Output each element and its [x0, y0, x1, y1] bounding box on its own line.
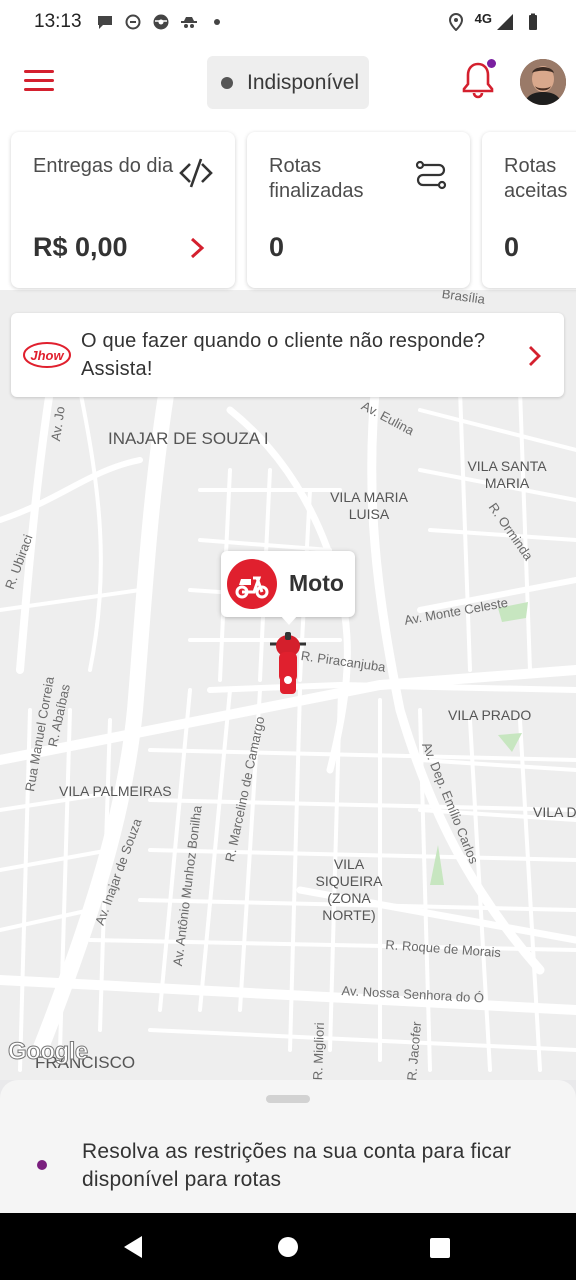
svg-text:Jhow: Jhow [30, 348, 64, 363]
area-label: INAJAR DE SOUZA I [108, 429, 269, 448]
chevron-right-icon[interactable] [528, 345, 542, 367]
tip-video-card[interactable]: Jhow O que fazer quando o cliente não re… [11, 313, 564, 397]
area-label: VILA SANTA MARIA [467, 458, 547, 491]
back-icon[interactable] [122, 1235, 144, 1259]
bubble-pointer [280, 615, 298, 625]
vehicle-type-label: Moto [289, 570, 344, 596]
area-label: VILA PRADO [448, 707, 532, 723]
area-label: VILA D [533, 804, 576, 820]
chat-bubble-icon [97, 16, 112, 29]
availability-label: Indisponível [247, 70, 360, 94]
avatar-photo [520, 59, 566, 105]
availability-dot [221, 76, 233, 89]
card-title: Rotas aceitas [504, 155, 568, 202]
restrictions-message: Resolva as restrições na sua conta para … [82, 1140, 512, 1191]
dot-icon [213, 19, 220, 25]
card-value: 0 [504, 232, 520, 262]
scooter-icon [235, 576, 269, 599]
park-area [430, 845, 444, 885]
battery-icon [529, 13, 537, 30]
menu-line [24, 70, 54, 73]
availability-toggle[interactable]: Indisponível [207, 56, 369, 109]
finished-routes-card[interactable]: Rotas finalizadas 0 [247, 132, 470, 288]
network-type: 4G [474, 10, 492, 26]
card-title: Rotas finalizadas [269, 155, 364, 202]
signal-icon [497, 14, 513, 30]
card-value: R$ 0,00 [33, 232, 128, 262]
street-label: R. Migliori [310, 1022, 328, 1080]
location-pin-icon [448, 13, 463, 31]
menu-line [24, 79, 54, 82]
chevron-right-icon[interactable] [189, 236, 205, 260]
sheet-drag-handle[interactable] [266, 1095, 310, 1103]
steering-wheel-icon [153, 14, 169, 30]
user-avatar[interactable] [520, 59, 566, 105]
menu-button[interactable] [24, 70, 54, 94]
rider-location-icon [270, 632, 306, 694]
status-bar: 13:13 4G [0, 0, 576, 44]
vehicle-badge [227, 559, 277, 609]
card-value: 0 [269, 232, 285, 262]
area-label: VILA SIQUEIRA (ZONA NORTE) [315, 856, 383, 923]
vehicle-marker-bubble[interactable]: Moto [221, 551, 355, 617]
notification-badge [487, 59, 496, 68]
system-status-icons: 4G [447, 10, 542, 31]
system-nav-bar [0, 1213, 576, 1280]
tip-text: O que fazer quando o cliente não respond… [81, 330, 486, 380]
accepted-routes-card[interactable]: Rotas aceitas 0 [482, 132, 576, 288]
recent-apps-icon[interactable] [430, 1238, 450, 1258]
hidden-eye-slash-icon[interactable] [179, 156, 213, 190]
menu-line [24, 88, 54, 91]
status-time: 13:13 [34, 11, 82, 32]
jhow-logo: Jhow [23, 342, 71, 368]
summary-cards-row: Entregas do dia R$ 0,00 Rotas finalizada… [0, 128, 576, 290]
park-area [498, 733, 522, 752]
area-label: VILA PALMEIRAS [59, 783, 172, 799]
home-icon[interactable] [278, 1237, 298, 1257]
sync-icon [125, 14, 141, 30]
daily-earnings-card[interactable]: Entregas do dia R$ 0,00 [11, 132, 235, 288]
incognito-icon [180, 17, 197, 28]
google-attribution: Google [8, 1038, 89, 1066]
alert-dot [37, 1160, 47, 1170]
account-restrictions-sheet[interactable]: Resolva as restrições na sua conta para … [0, 1080, 576, 1213]
notification-icons [96, 13, 226, 31]
area-label: VILA MARIA LUISA [330, 489, 408, 522]
app-bar: Indisponível [0, 44, 576, 128]
route-icon [415, 160, 447, 190]
